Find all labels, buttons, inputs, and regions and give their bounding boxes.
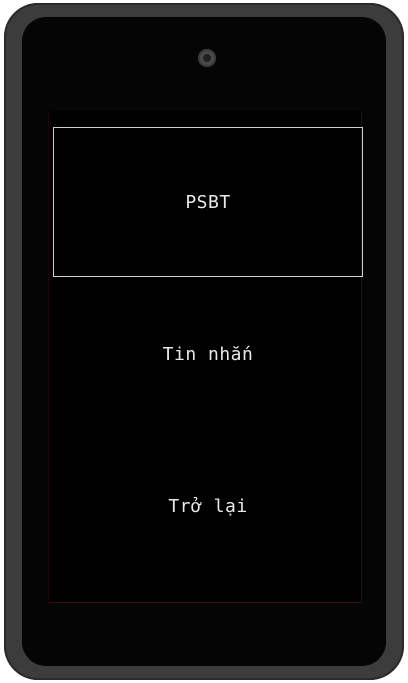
menu-item-label: Trở lại [168,495,248,517]
menu-item-label: Tin nhắn [162,343,254,365]
device-screen: PSBT Tin nhắn Trở lại [48,111,363,603]
device-frame: PSBT Tin nhắn Trở lại [4,3,404,680]
menu-item-label: PSBT [185,191,231,213]
camera-icon [198,49,216,67]
device-bezel: PSBT Tin nhắn Trở lại [22,17,386,666]
menu-item-messages[interactable]: Tin nhắn [53,281,363,427]
menu-item-psbt[interactable]: PSBT [53,127,363,277]
menu-item-back[interactable]: Trở lại [53,433,363,579]
